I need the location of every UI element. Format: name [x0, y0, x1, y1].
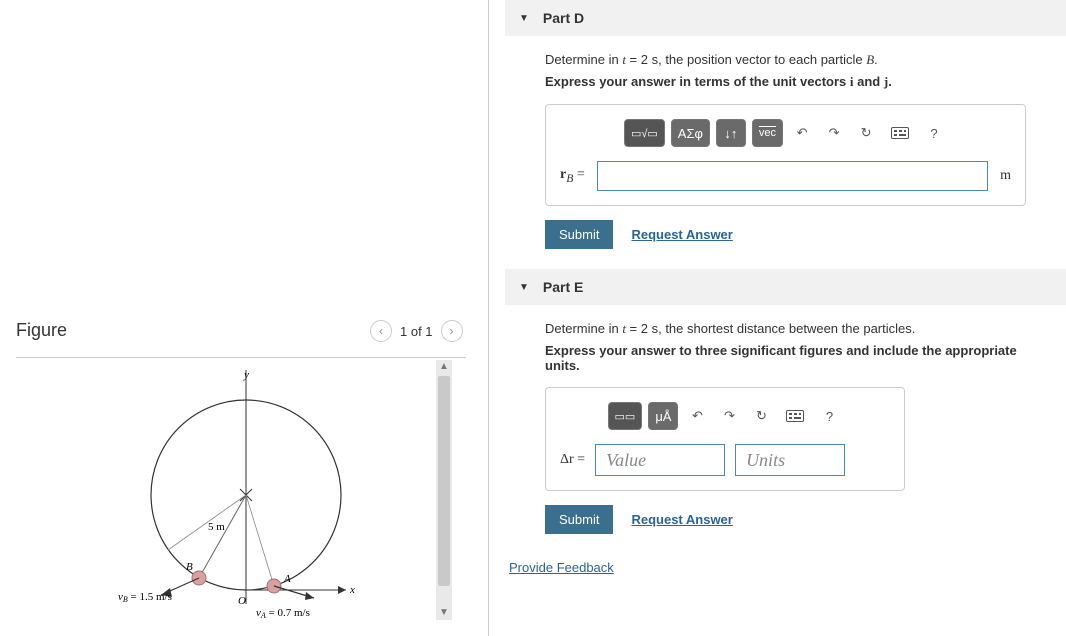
- part-d-answer-box: ▭√▭ ΑΣφ ↓↑ vec ↶ ↷ ↻ ? rB = m: [545, 104, 1026, 206]
- svg-text:x: x: [349, 584, 355, 596]
- scroll-down-icon[interactable]: ▼: [439, 606, 449, 620]
- part-e-submit-button[interactable]: Submit: [545, 505, 613, 534]
- figure-scrollbar[interactable]: ▲ ▼: [436, 360, 452, 620]
- undo-button[interactable]: ↶: [684, 402, 710, 430]
- provide-feedback-link[interactable]: Provide Feedback: [509, 560, 614, 575]
- figure-next-button[interactable]: ›: [441, 320, 463, 342]
- reset-button[interactable]: ↻: [748, 402, 774, 430]
- svg-text:B: B: [186, 561, 193, 573]
- greek-button[interactable]: ΑΣφ: [671, 119, 710, 147]
- part-e-request-answer-link[interactable]: Request Answer: [631, 512, 732, 527]
- keyboard-button[interactable]: [780, 402, 810, 430]
- figure-image: y x 5 m O A: [16, 360, 436, 628]
- part-d-unit: m: [1000, 168, 1011, 184]
- figure-prev-button[interactable]: ‹: [370, 320, 392, 342]
- figure-divider: [16, 357, 466, 358]
- part-d-answer-input[interactable]: [597, 161, 988, 191]
- templates-button[interactable]: ▭▭: [608, 402, 643, 430]
- svg-text:vA = 0.7 m/s: vA = 0.7 m/s: [256, 607, 310, 620]
- keyboard-icon: [786, 410, 804, 422]
- undo-button[interactable]: ↶: [789, 119, 815, 147]
- part-d-instruction: Express your answer in terms of the unit…: [545, 74, 1026, 90]
- scroll-up-icon[interactable]: ▲: [439, 360, 449, 374]
- part-e-value-input[interactable]: Value: [595, 444, 725, 476]
- scroll-thumb[interactable]: [438, 376, 450, 586]
- caret-down-icon: ▼: [519, 13, 529, 24]
- units-symbols-button[interactable]: μÅ: [648, 402, 678, 430]
- figure-pager: 1 of 1: [400, 324, 433, 339]
- subscript-button[interactable]: ↓↑: [716, 119, 746, 147]
- keyboard-button[interactable]: [885, 119, 915, 147]
- svg-text:O: O: [238, 595, 246, 607]
- panel-divider: [488, 0, 489, 636]
- part-d-prompt: Determine in t = 2 s, the position vecto…: [545, 52, 1026, 68]
- templates-button[interactable]: ▭√▭: [624, 119, 665, 147]
- help-button[interactable]: ?: [921, 119, 947, 147]
- part-e-header[interactable]: ▼ Part E: [505, 269, 1066, 305]
- vector-button[interactable]: vec: [752, 119, 783, 147]
- part-d-variable-label: rB =: [560, 167, 585, 185]
- reset-button[interactable]: ↻: [853, 119, 879, 147]
- redo-button[interactable]: ↷: [716, 402, 742, 430]
- svg-text:5 m: 5 m: [208, 521, 225, 533]
- redo-button[interactable]: ↷: [821, 119, 847, 147]
- part-e-instruction: Express your answer to three significant…: [545, 343, 1026, 373]
- part-e-units-input[interactable]: Units: [735, 444, 845, 476]
- help-button[interactable]: ?: [816, 402, 842, 430]
- part-e-title: Part E: [543, 279, 583, 295]
- part-e-variable-label: Δr =: [560, 452, 585, 468]
- part-d-submit-button[interactable]: Submit: [545, 220, 613, 249]
- figure-heading: Figure: [16, 320, 67, 341]
- keyboard-icon: [891, 127, 909, 139]
- svg-text:y: y: [243, 369, 249, 381]
- caret-down-icon: ▼: [519, 282, 529, 293]
- svg-text:A: A: [283, 573, 291, 585]
- part-d-request-answer-link[interactable]: Request Answer: [631, 227, 732, 242]
- svg-text:vB = 1.5 m/s: vB = 1.5 m/s: [118, 591, 172, 604]
- part-d-title: Part D: [543, 10, 584, 26]
- part-e-prompt: Determine in t = 2 s, the shortest dista…: [545, 321, 1026, 337]
- part-e-answer-box: ▭▭ μÅ ↶ ↷ ↻ ? Δr = Value Units: [545, 387, 905, 491]
- part-d-header[interactable]: ▼ Part D: [505, 0, 1066, 36]
